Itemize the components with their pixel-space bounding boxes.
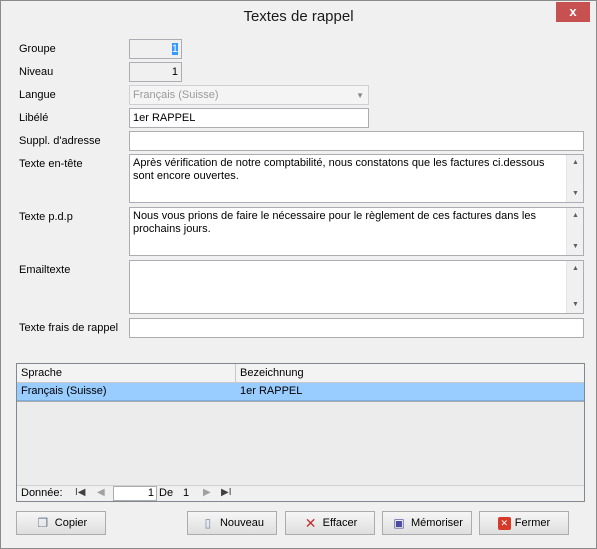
of-label: De <box>159 487 174 499</box>
suppl-adresse-label: Suppl. d'adresse <box>19 135 101 147</box>
emailtexte-value <box>133 263 563 311</box>
next-record-icon[interactable]: ▶ <box>203 487 211 498</box>
emailtexte-label: Emailtexte <box>19 264 71 276</box>
prev-record-icon[interactable]: ◀ <box>97 487 105 498</box>
langue-dropdown[interactable]: Français (Suisse) ▼ <box>129 85 369 105</box>
copy-icon: ❐ <box>37 516 49 531</box>
emailtexte-scrollbar[interactable]: ▲ ▼ <box>566 261 583 313</box>
groupe-field[interactable]: 1 <box>129 39 182 59</box>
langue-value: Français (Suisse) <box>133 89 219 101</box>
column-header-sprache[interactable]: Sprache <box>17 364 236 382</box>
grid-header: Sprache Bezeichnung <box>17 364 584 383</box>
window-close-button[interactable]: x <box>556 2 590 22</box>
grid-empty-area <box>17 402 584 485</box>
language-grid: Sprache Bezeichnung Français (Suisse) 1e… <box>16 363 585 502</box>
close-button[interactable]: ✕ Fermer <box>479 511 569 535</box>
texte-entete-value: Après vérification de notre comptabilité… <box>133 157 545 182</box>
title-bar: Textes de rappel x <box>1 1 596 32</box>
frais-rappel-label: Texte frais de rappel <box>19 322 119 334</box>
last-record-icon[interactable]: ▶I <box>221 487 231 498</box>
close-button-label: Fermer <box>514 517 551 529</box>
record-navigator: Donnée: I◀ ◀ 1 De 1 ▶ ▶I <box>17 485 584 501</box>
texte-entete-memo[interactable]: Après vérification de notre comptabilité… <box>129 154 584 203</box>
copy-button-label: Copier <box>54 517 88 529</box>
niveau-label: Niveau <box>19 66 54 78</box>
total-records: 1 <box>183 487 190 499</box>
langue-label: Langue <box>19 89 56 101</box>
cell-sprache: Français (Suisse) <box>21 385 107 397</box>
copy-button[interactable]: ❐ Copier <box>16 511 106 535</box>
new-button[interactable]: ▯ Nouveau <box>187 511 277 535</box>
dialog-window: Textes de rappel x Groupe 1 Niveau 1 Lan… <box>0 0 597 549</box>
save-button[interactable]: ▣ Mémoriser <box>382 511 472 535</box>
niveau-field[interactable]: 1 <box>129 62 182 82</box>
chevron-down-icon: ▼ <box>356 91 364 100</box>
new-document-icon: ▯ <box>204 516 212 531</box>
texte-pdp-memo[interactable]: Nous vous prions de faire le nécessaire … <box>129 207 584 256</box>
scroll-down-icon[interactable]: ▼ <box>567 186 584 202</box>
texte-pdp-label: Texte p.d.p <box>19 211 73 223</box>
texte-pdp-value: Nous vous prions de faire le nécessaire … <box>133 210 536 235</box>
new-button-label: Nouveau <box>219 517 265 529</box>
scroll-up-icon[interactable]: ▲ <box>567 155 584 171</box>
scroll-down-icon[interactable]: ▼ <box>567 297 584 313</box>
close-icon: ✕ <box>497 516 511 530</box>
navigator-label: Donnée: <box>21 487 63 499</box>
texte-pdp-scrollbar[interactable]: ▲ ▼ <box>566 208 583 255</box>
texte-entete-label: Texte en-tête <box>19 158 83 170</box>
scroll-down-icon[interactable]: ▼ <box>567 239 584 255</box>
delete-button-label: Effacer <box>322 517 358 529</box>
scroll-up-icon[interactable]: ▲ <box>567 261 584 277</box>
delete-x-icon: ✕ <box>304 515 317 532</box>
libelle-field[interactable]: 1er RAPPEL <box>129 108 369 128</box>
frais-rappel-field[interactable] <box>129 318 584 338</box>
first-record-icon[interactable]: I◀ <box>75 487 85 498</box>
scroll-up-icon[interactable]: ▲ <box>567 208 584 224</box>
texte-entete-scrollbar[interactable]: ▲ ▼ <box>566 155 583 202</box>
cell-bezeichnung: 1er RAPPEL <box>240 385 303 397</box>
delete-button[interactable]: ✕ Effacer <box>285 511 375 535</box>
table-row[interactable]: Français (Suisse) 1er RAPPEL <box>17 383 584 401</box>
save-button-label: Mémoriser <box>411 517 463 529</box>
window-title: Textes de rappel <box>243 8 354 25</box>
groupe-label: Groupe <box>19 43 56 55</box>
groupe-value: 1 <box>171 43 178 55</box>
record-number-input[interactable]: 1 <box>113 486 157 501</box>
floppy-disk-icon: ▣ <box>393 516 405 531</box>
column-header-bezeichnung[interactable]: Bezeichnung <box>236 364 584 382</box>
suppl-adresse-field[interactable] <box>129 131 584 151</box>
emailtexte-memo[interactable]: ▲ ▼ <box>129 260 584 314</box>
libelle-label: Libélé <box>19 112 49 124</box>
